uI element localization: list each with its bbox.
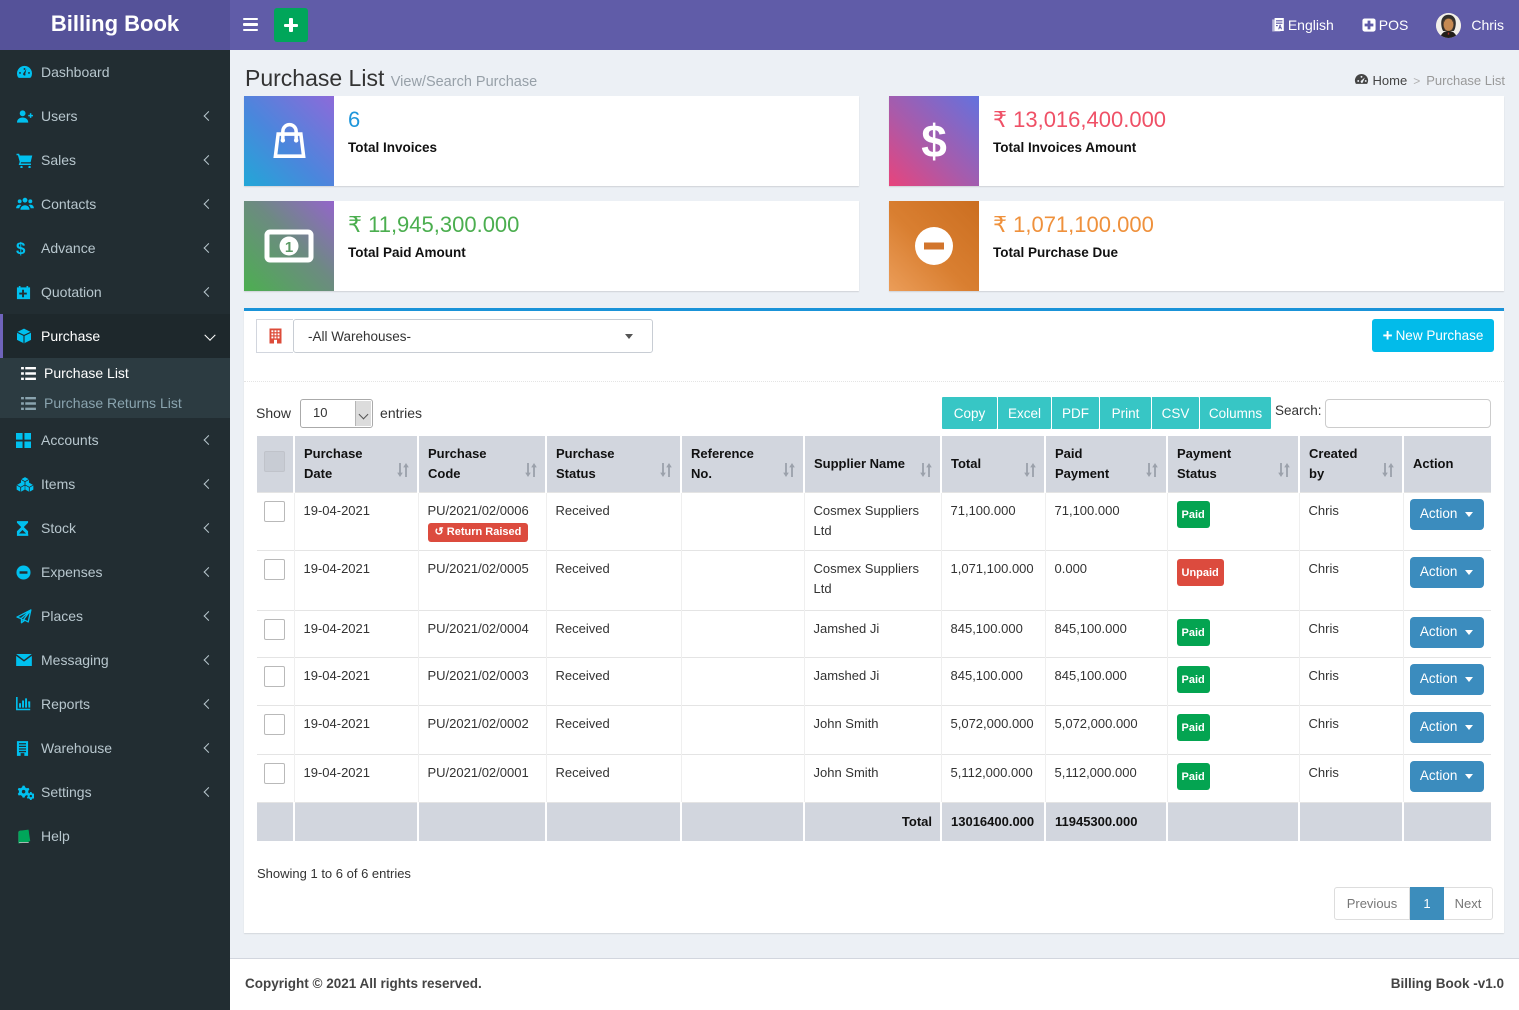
svg-text:1: 1 — [285, 239, 293, 256]
